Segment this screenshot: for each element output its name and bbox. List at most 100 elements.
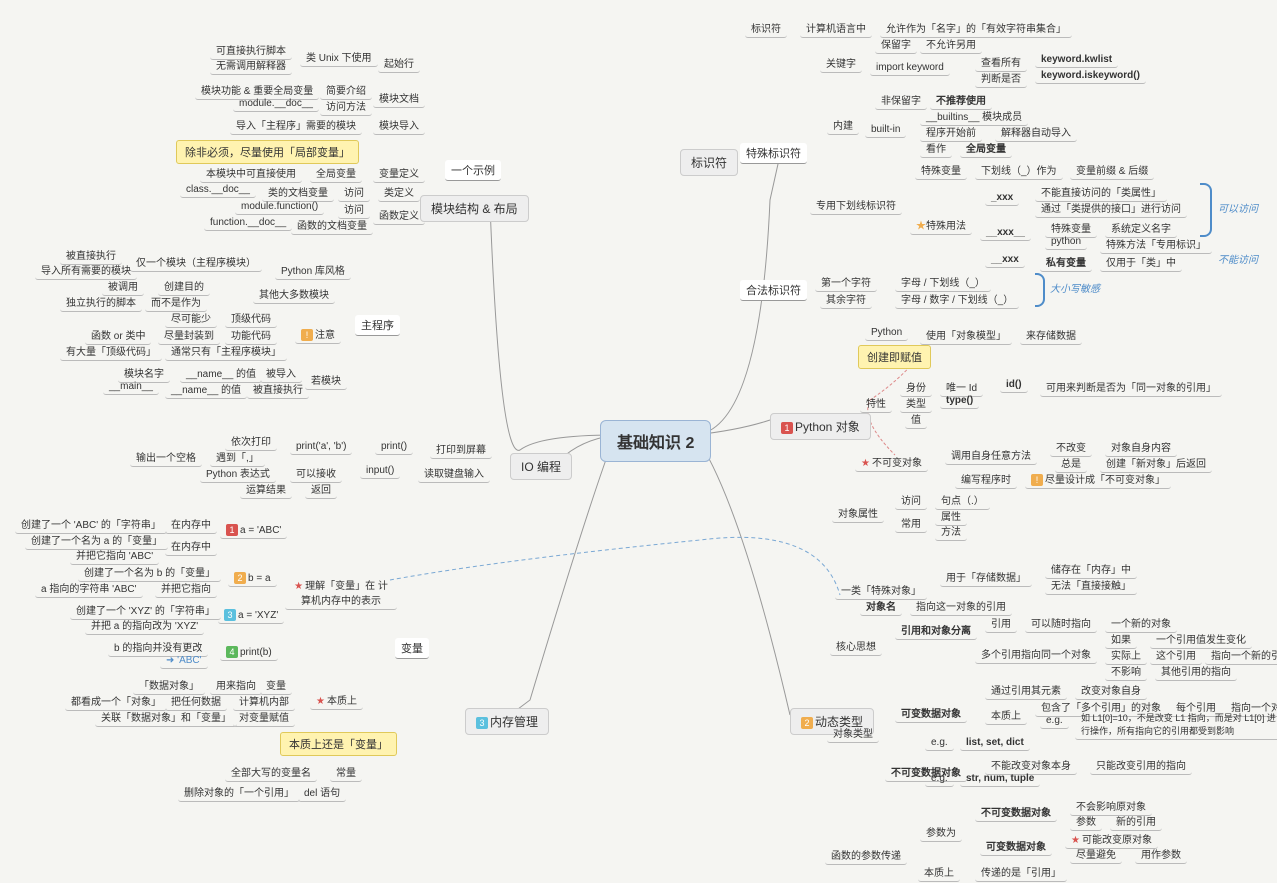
l3-a1: ★理解「变量」在 计算机内存中的表示 — [285, 575, 397, 610]
r3-a1: 用于「存储数据」 — [940, 567, 1032, 587]
l3-a12b: 并把它指向 — [155, 578, 217, 598]
r1-b3g: 通过「类提供的接口」进行访问 — [1035, 198, 1187, 218]
l3-title: 3内存管理 — [465, 708, 549, 735]
l3-b: 常量 — [330, 762, 362, 782]
r1-b3b: 下划线（_）作为 — [975, 160, 1063, 180]
r3-c1j: list, set, dict — [960, 735, 1030, 751]
r3-c2c: e.g. — [925, 771, 954, 787]
r2-a2: 来存储数据 — [1020, 325, 1082, 345]
r3-d1a: 不可变数据对象 — [975, 802, 1057, 822]
r1-an3: 大小写敏感 — [1050, 280, 1100, 295]
r2-b: 特性 — [860, 393, 892, 413]
r1-b1e: keyword.kwlist — [1035, 52, 1118, 68]
l1-b4f: __main__ — [103, 379, 159, 395]
r3-d2: 本质上 — [918, 862, 960, 882]
r3-b: 核心思想 — [830, 636, 882, 656]
l3-a11: 1a = 'ABC' — [220, 522, 287, 539]
r1-b3o: 仅用于「类」中 — [1100, 252, 1182, 272]
r1-b3: 专用下划线标识符 — [810, 195, 902, 215]
r2-c2: 编写程序时 — [955, 469, 1017, 489]
r3-d: 函数的参数传递 — [825, 845, 907, 865]
l3-b3: 删除对象的「一个引用」 — [178, 782, 300, 802]
l1-b2: 其他大多数模块 — [253, 284, 335, 304]
l1-b4: 若模块 — [305, 370, 347, 390]
l3-a12c: a 指向的字符串 'ABC' — [35, 578, 143, 598]
r3-b2f: 不影响 — [1105, 661, 1147, 681]
l3-a2: ★本质上 — [310, 690, 363, 710]
r1-b1a: 保留字 — [875, 34, 917, 54]
r2-b1c: 可用来判断是否为「同一对象的引用」 — [1040, 377, 1222, 397]
l2-a5: 输出一个空格 — [130, 447, 202, 467]
l1-b: 主程序 — [355, 315, 400, 336]
l3-a14: 4print(b) — [220, 644, 278, 661]
r1-a: 标识符 — [745, 18, 787, 38]
l1-a3a: 导入「主程序」需要的模块 — [230, 115, 362, 135]
l1-a4a: 全局变量 — [310, 163, 362, 183]
r1-c: 合法标识符 — [740, 280, 807, 301]
r1-b3e: _xxx — [985, 190, 1019, 206]
r3-d1h: 用作参数 — [1135, 844, 1187, 864]
l2-b4: 返回 — [305, 479, 337, 499]
r1-a1: 计算机语言中 — [800, 18, 872, 38]
r3-b1b: 可以随时指向 — [1025, 613, 1097, 633]
r2-d2: 常用 — [895, 513, 927, 533]
l1-a5c: class.__doc__ — [180, 182, 256, 198]
r1-b3d: ★特殊用法 — [910, 215, 972, 235]
l2-a1: print() — [375, 439, 413, 455]
l1-a1: 起始行 — [378, 53, 420, 73]
r1-b2h: 全局变量 — [960, 138, 1012, 158]
r2-b3: 值 — [905, 409, 927, 429]
l1-b4e: __name__ 的值 — [165, 379, 247, 399]
l1-a1c: 无需调用解释器 — [210, 55, 292, 75]
r3-b2: 多个引用指向同一个对象 — [975, 644, 1097, 664]
r1-an2: 不能访问 — [1218, 251, 1258, 266]
l1-tip: 除非必须，尽量使用「局部变量」 — [176, 140, 359, 164]
l2-b1: input() — [360, 463, 400, 479]
l1-a6c: 函数的文档变量 — [291, 215, 373, 235]
l3-a13b: 并把 a 的指向改为 'XYZ' — [85, 615, 204, 635]
l2-b: 读取键盘输入 — [418, 463, 490, 483]
r3-d1c: 参数 — [1070, 811, 1102, 831]
l3-b2: del 语句 — [298, 782, 346, 802]
r3-c1: 可变数据对象 — [895, 703, 967, 723]
l1-b3f: 通常只有「主程序模块」 — [165, 341, 287, 361]
root-node: 基础知识 2 — [600, 420, 711, 462]
r1-title: 标识符 — [680, 149, 738, 176]
l2-b5: 运算结果 — [240, 479, 292, 499]
r3-d2a: 传递的是「引用」 — [975, 862, 1067, 882]
l3-a2g: 对变量赋值 — [233, 707, 295, 727]
r2-b1b: id() — [1000, 377, 1028, 393]
r3-c1i: e.g. — [925, 735, 954, 751]
r3-b1a: 引用 — [985, 613, 1017, 633]
r1-b3a: 特殊变量 — [915, 160, 967, 180]
l1-a2: 模块文档 — [373, 88, 425, 108]
r3-c1c: 本质上 — [985, 705, 1027, 725]
l3-tip: 本质上还是「变量」 — [280, 732, 397, 756]
r1-b3l: 特殊方法「专用标识」 — [1100, 234, 1212, 254]
r1-an1: 可以访问 — [1218, 200, 1258, 215]
r3-c1h: 如 L1[0]=10，不是改变 L1 指向，而是对 L1[0] 进行操作，所有指… — [1075, 709, 1277, 740]
r2-c: ★不可变对象 — [855, 452, 928, 472]
r3-c2d: str, num, tuple — [960, 771, 1040, 787]
l3-b1: 全部大写的变量名 — [225, 762, 317, 782]
l3-a2h: 关联「数据对象」和「变量」 — [95, 707, 237, 727]
l3-a14b: ➜ 'ABC' — [160, 653, 208, 669]
r3-c1g: e.g. — [1040, 713, 1069, 729]
r1-b1c: import keyword — [870, 60, 950, 76]
r2-a1: 使用「对象模型」 — [920, 325, 1012, 345]
r1-b3c: 变量前缀 & 后缀 — [1070, 160, 1154, 180]
r3-b1: 引用和对象分离 — [895, 620, 977, 640]
r1-c3: 其余字符 — [820, 289, 872, 309]
l3-a12: 2b = a — [228, 570, 277, 587]
l3-a11c: 在内存中 — [165, 536, 217, 556]
l1-b1a: 仅一个模块（主程序模块） — [130, 252, 262, 272]
r2-a: Python — [865, 325, 908, 341]
r2-d: 对象属性 — [832, 503, 884, 523]
r1-b1g: keyword.iskeyword() — [1035, 68, 1146, 84]
r1-b2: 内建 — [827, 115, 859, 135]
r3-d1d: 新的引用 — [1110, 811, 1162, 831]
l3-a11a: 在内存中 — [165, 514, 217, 534]
r1-b3h: __xxx__ — [980, 225, 1031, 241]
r2-b2a: type() — [940, 393, 979, 409]
l1-a6d: function.__doc__ — [204, 215, 292, 231]
